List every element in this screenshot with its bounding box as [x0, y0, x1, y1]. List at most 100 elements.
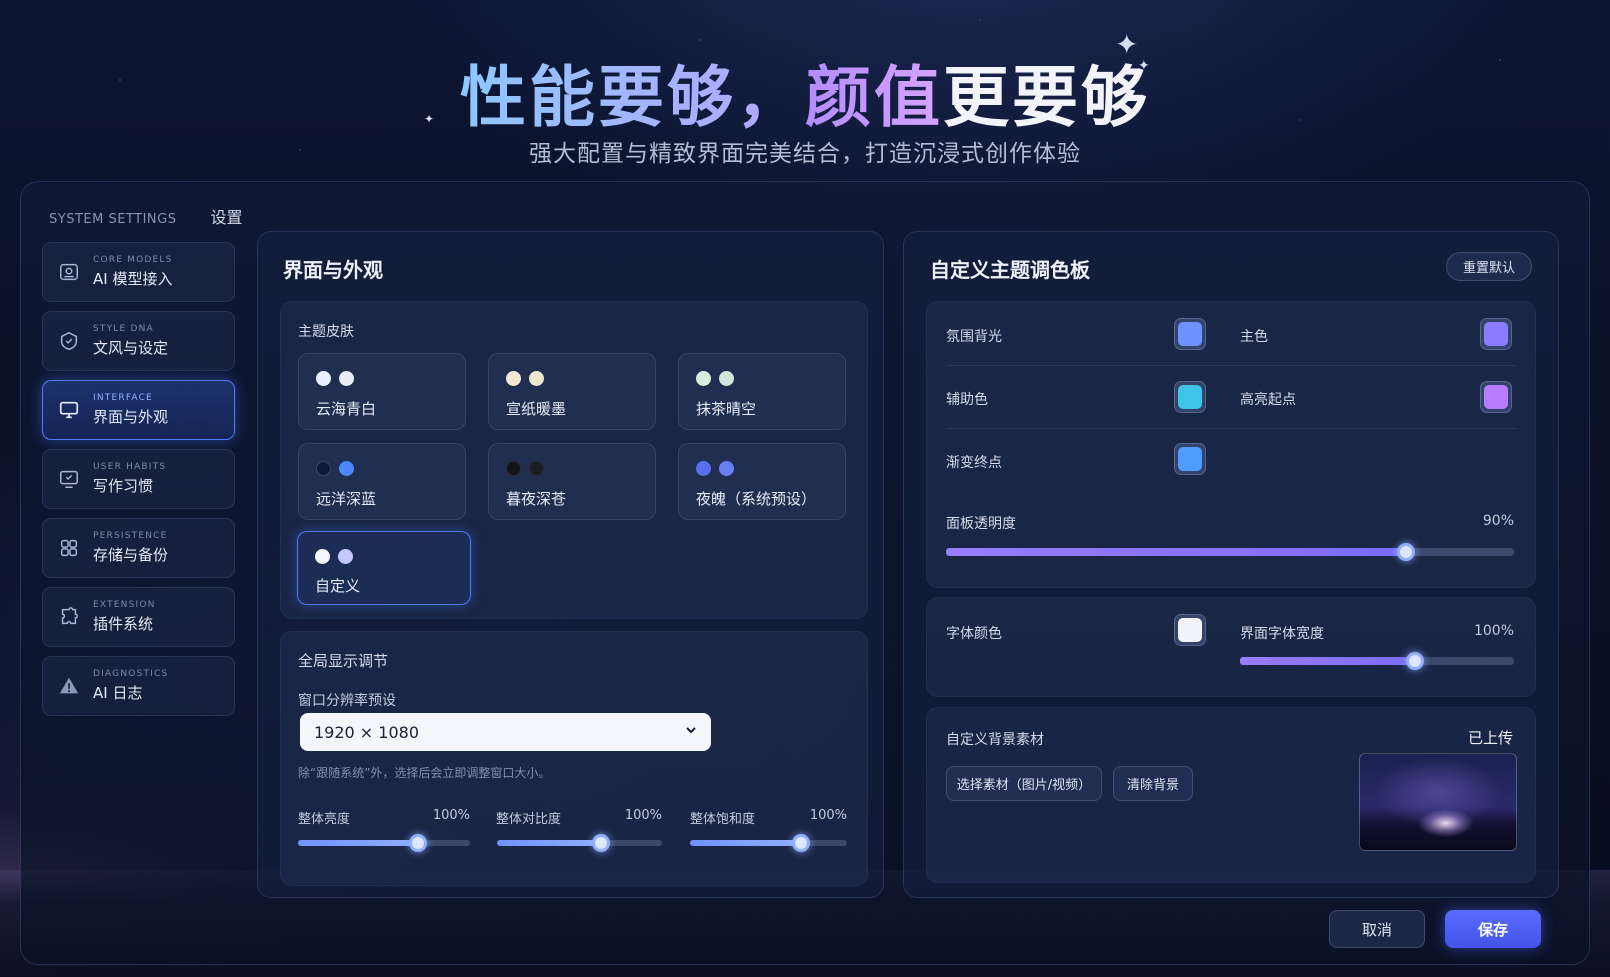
clear-background-button[interactable]: 清除背景 [1113, 766, 1193, 801]
primary-color-swatch[interactable] [1480, 318, 1512, 350]
background-label: 自定义背景素材 [946, 732, 1044, 748]
theme-name: 抹茶晴空 [696, 400, 757, 418]
highlight-start-color-swatch[interactable] [1480, 381, 1512, 413]
appearance-title: 界面与外观 [283, 258, 383, 282]
storage-icon [57, 536, 81, 560]
theme-color-dot [339, 461, 354, 476]
sidebar-item-user-habits[interactable]: USER HABITS 写作习惯 [42, 449, 235, 509]
resolution-hint: 除“跟随系统”外，选择后会立即调整窗口大小。 [298, 766, 551, 780]
theme-color-dot [719, 461, 734, 476]
theme-name: 暮夜深苍 [506, 490, 567, 508]
reset-default-button[interactable]: 重置默认 [1446, 252, 1532, 281]
habits-icon [57, 467, 81, 491]
font-color-fill [1178, 618, 1202, 642]
contrast-label: 整体对比度 [496, 812, 562, 827]
theme-color-dot [719, 371, 734, 386]
choose-material-button[interactable]: 选择素材（图片/视频） [946, 766, 1102, 801]
opacity-slider[interactable] [946, 543, 1514, 561]
window-header-zh: 设置 [210, 208, 243, 227]
theme-card-mocha[interactable]: 抹茶晴空 [678, 353, 846, 430]
slider-knob[interactable] [591, 834, 610, 852]
save-button[interactable]: 保存 [1445, 910, 1541, 948]
sidebar-item-label: 写作习惯 [93, 477, 154, 495]
window-header-en: SYSTEM SETTINGS [49, 212, 177, 227]
slider-knob[interactable] [1397, 543, 1416, 561]
saturation-slider[interactable] [690, 834, 847, 852]
sidebar-item-persistence[interactable]: PERSISTENCE 存储与备份 [42, 518, 235, 578]
theme-card-yepo[interactable]: 夜魄（系统预设） [678, 443, 846, 520]
gradient-end-label: 渐变终点 [946, 455, 1002, 471]
gradient-end-color-swatch[interactable] [1174, 443, 1206, 475]
ambient-color-swatch[interactable] [1174, 318, 1206, 350]
sidebar-item-style-dna[interactable]: STYLE DNA 文风与设定 [42, 311, 235, 371]
font-width-label: 界面字体宽度 [1240, 626, 1324, 642]
sidebar-item-interface[interactable]: INTERFACE 界面与外观 [42, 380, 235, 440]
sidebar-item-label: AI 日志 [93, 684, 143, 702]
window-header: SYSTEM SETTINGS 设置 [49, 204, 242, 228]
warning-icon [57, 674, 81, 698]
font-width-value: 100% [1473, 623, 1514, 639]
slider-fill [690, 840, 802, 846]
highlight-start-color-fill [1484, 385, 1508, 409]
theme-color-dot [316, 461, 331, 476]
model-icon [57, 260, 81, 284]
theme-color-dot [696, 461, 711, 476]
theme-card-custom[interactable]: 自定义 [297, 531, 471, 605]
sidebar-item-en: PERSISTENCE [93, 531, 168, 541]
opacity-value: 90% [1482, 513, 1514, 529]
font-color-label: 字体颜色 [946, 626, 1002, 642]
theme-name: 云海青白 [316, 400, 377, 418]
contrast-value: 100% [624, 808, 662, 823]
sidebar-item-en: EXTENSION [93, 600, 156, 610]
cancel-button[interactable]: 取消 [1329, 910, 1425, 948]
hero-title: 性能要够，颜值更要够 [0, 44, 1610, 140]
sparkle-icon: ✦ [1115, 28, 1139, 61]
theme-card-muye[interactable]: 暮夜深苍 [488, 443, 656, 520]
monitor-icon [57, 398, 81, 422]
secondary-color-swatch[interactable] [1174, 381, 1206, 413]
slider-fill [946, 548, 1407, 556]
hero-title-part3: 更要够 [943, 59, 1150, 136]
font-color-swatch[interactable] [1174, 614, 1206, 646]
brightness-value: 100% [432, 808, 470, 823]
theme-color-dot [529, 371, 544, 386]
sidebar-item-en: STYLE DNA [93, 324, 154, 334]
theme-name: 远洋深蓝 [316, 490, 377, 508]
contrast-slider[interactable] [497, 834, 662, 852]
display-section-label: 全局显示调节 [298, 652, 389, 670]
slider-fill [298, 840, 419, 846]
hero-title-part1: 性能要够， [460, 59, 805, 136]
sidebar-item-label: 文风与设定 [93, 339, 169, 357]
sidebar-item-extension[interactable]: EXTENSION 插件系统 [42, 587, 235, 647]
theme-color-dot [506, 461, 521, 476]
theme-name: 宣纸暖墨 [506, 400, 567, 418]
theme-color-dot [529, 461, 544, 476]
theme-color-dot [316, 371, 331, 386]
saturation-label: 整体饱和度 [690, 812, 756, 827]
divider [946, 428, 1516, 429]
theme-color-dot [506, 371, 521, 386]
style-icon [57, 329, 81, 353]
saturation-value: 100% [809, 808, 847, 823]
resolution-select-value: 1920 × 1080 [314, 722, 420, 742]
theme-color-dot [315, 549, 330, 564]
brightness-label: 整体亮度 [298, 812, 351, 827]
theme-card-yuanyang[interactable]: 远洋深蓝 [298, 443, 466, 520]
theme-card-xuanzhi[interactable]: 宣纸暖墨 [488, 353, 656, 430]
theme-card-yunhai[interactable]: 云海青白 [298, 353, 466, 430]
divider [946, 365, 1516, 366]
font-section [926, 597, 1536, 697]
theme-name: 夜魄（系统预设） [696, 490, 817, 508]
brightness-slider[interactable] [298, 834, 470, 852]
secondary-color-fill [1178, 385, 1202, 409]
sidebar-item-diagnostics[interactable]: DIAGNOSTICS AI 日志 [42, 656, 235, 716]
resolution-select[interactable]: 1920 × 1080 [300, 713, 711, 751]
hero-title-part2: 颜值 [805, 59, 943, 136]
ambient-color-fill [1178, 322, 1202, 346]
theme-color-dot [338, 549, 353, 564]
theme-color-dot [696, 371, 711, 386]
hero-subtitle: 强大配置与精致界面完美结合，打造沉浸式创作体验 [529, 141, 1081, 167]
font-width-slider[interactable] [1240, 652, 1514, 670]
sidebar-item-core-models[interactable]: CORE MODELS AI 模型接入 [42, 242, 235, 302]
chevron-down-icon [686, 727, 696, 734]
